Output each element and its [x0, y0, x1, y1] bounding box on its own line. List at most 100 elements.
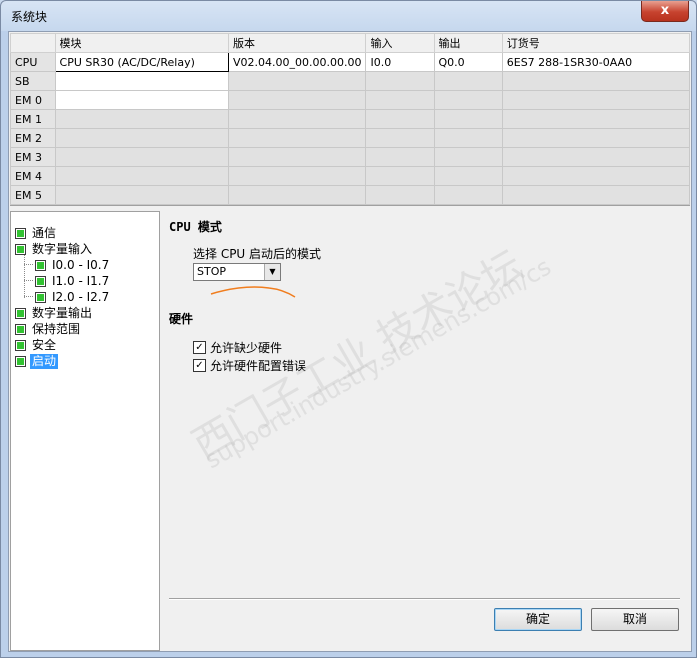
check-icon: ✓	[195, 342, 204, 353]
cell-order[interactable]	[501, 90, 691, 110]
tree-item-label: 数字量输出	[32, 306, 93, 320]
tree-item-label: I0.0 - I0.7	[52, 258, 110, 272]
cancel-button[interactable]: 取消	[591, 608, 679, 631]
cell-output[interactable]	[433, 166, 503, 186]
cell-module[interactable]: CPU SR30 (AC/DC/Relay)	[54, 52, 229, 72]
settings-tree: 通信 数字量输入 I0.0 - I0.7 I1.0 - I1.7 I2.0 - …	[10, 211, 160, 651]
cell-module[interactable]	[54, 147, 229, 167]
cell-input[interactable]	[365, 71, 435, 91]
header-cell-corner	[10, 33, 56, 53]
cell-version[interactable]	[227, 166, 367, 186]
table-row[interactable]: EM 0	[10, 90, 691, 110]
cell-order[interactable]: 6ES7 288-1SR30-0AA0	[501, 52, 691, 72]
system-block-window: 系统块 x 模块 版本 输入 输出 订货号 CPU CPU SR30 (AC/D…	[0, 0, 697, 658]
tree-item-label: 通信	[32, 226, 57, 240]
row-header-em4[interactable]: EM 4	[10, 166, 56, 186]
title-bar[interactable]: 系统块 x	[1, 1, 696, 31]
cell-version[interactable]	[227, 185, 367, 205]
module-grid: 模块 版本 输入 输出 订货号 CPU CPU SR30 (AC/DC/Rela…	[10, 33, 691, 206]
cell-order[interactable]	[501, 166, 691, 186]
cell-version[interactable]	[227, 90, 367, 110]
module-table: 模块 版本 输入 输出 订货号 CPU CPU SR30 (AC/DC/Rela…	[10, 33, 691, 205]
header-cell-output[interactable]: 输出	[433, 33, 503, 53]
button-separator	[169, 598, 680, 600]
allow-hw-config-errors-checkbox[interactable]: ✓	[193, 359, 206, 372]
tree-item-label: I1.0 - I1.7	[52, 274, 110, 288]
status-green-icon	[15, 244, 26, 255]
startup-panel: CPU 模式 选择 CPU 启动后的模式 STOP ▼ 硬件 ✓ 允许缺少硬件 …	[169, 212, 689, 650]
cell-order[interactable]	[501, 109, 691, 129]
header-cell-module[interactable]: 模块	[54, 33, 229, 53]
status-green-icon	[35, 276, 46, 287]
tree-item-label: 启动	[30, 354, 59, 369]
cell-module[interactable]	[54, 185, 229, 205]
cell-module[interactable]	[54, 90, 229, 110]
tree-connector	[24, 264, 33, 265]
header-cell-order[interactable]: 订货号	[501, 33, 691, 53]
cell-order[interactable]	[501, 71, 691, 91]
cell-version[interactable]	[227, 109, 367, 129]
table-row[interactable]: EM 5	[10, 185, 691, 205]
hardware-heading: 硬件	[169, 312, 194, 326]
cell-output[interactable]	[433, 128, 503, 148]
chevron-down-icon[interactable]: ▼	[264, 264, 280, 280]
table-row[interactable]: EM 1	[10, 109, 691, 129]
cell-output[interactable]	[433, 185, 503, 205]
header-cell-version[interactable]: 版本	[227, 33, 367, 53]
tree-connector	[24, 253, 25, 298]
cell-version[interactable]: V02.04.00_00.00.00.00	[227, 52, 367, 72]
row-header-em2[interactable]: EM 2	[10, 128, 56, 148]
cell-version[interactable]	[227, 71, 367, 91]
cpu-mode-heading: CPU 模式	[169, 220, 222, 234]
status-green-icon	[15, 356, 26, 367]
row-header-em3[interactable]: EM 3	[10, 147, 56, 167]
cell-module[interactable]	[54, 128, 229, 148]
row-header-cpu[interactable]: CPU	[10, 52, 56, 72]
cell-input[interactable]	[365, 147, 435, 167]
check-icon: ✓	[195, 360, 204, 371]
header-cell-input[interactable]: 输入	[365, 33, 435, 53]
cell-order[interactable]	[501, 128, 691, 148]
close-button[interactable]: x	[641, 1, 689, 22]
row-header-em1[interactable]: EM 1	[10, 109, 56, 129]
ok-button[interactable]: 确定	[494, 608, 582, 631]
cell-input[interactable]	[365, 128, 435, 148]
cell-input[interactable]	[365, 90, 435, 110]
cell-output[interactable]	[433, 90, 503, 110]
status-green-icon	[35, 260, 46, 271]
cell-input[interactable]	[365, 166, 435, 186]
cell-input[interactable]: I0.0	[365, 52, 435, 72]
table-row[interactable]: EM 3	[10, 147, 691, 167]
cell-output[interactable]	[433, 71, 503, 91]
cell-module[interactable]	[54, 166, 229, 186]
window-title: 系统块	[11, 10, 48, 24]
row-header-sb[interactable]: SB	[10, 71, 56, 91]
orange-underline-annotation	[210, 286, 296, 298]
cell-output[interactable]	[433, 147, 503, 167]
allow-missing-hw-checkbox[interactable]: ✓	[193, 341, 206, 354]
cell-module[interactable]	[54, 71, 229, 91]
tree-item-label: 安全	[32, 338, 57, 352]
table-row[interactable]: CPU CPU SR30 (AC/DC/Relay) V02.04.00_00.…	[10, 52, 691, 72]
startup-mode-select[interactable]: STOP ▼	[193, 263, 281, 281]
allow-missing-hw-label: 允许缺少硬件	[210, 341, 283, 355]
cell-version[interactable]	[227, 128, 367, 148]
table-row[interactable]: EM 2	[10, 128, 691, 148]
cell-input[interactable]	[365, 185, 435, 205]
row-header-em5[interactable]: EM 5	[10, 185, 56, 205]
startup-mode-value: STOP	[197, 265, 226, 278]
cell-version[interactable]	[227, 147, 367, 167]
cell-order[interactable]	[501, 185, 691, 205]
tree-item-label: 保持范围	[32, 322, 81, 336]
cell-output[interactable]	[433, 109, 503, 129]
status-green-icon	[35, 292, 46, 303]
table-row[interactable]: SB	[10, 71, 691, 91]
allow-hw-config-errors-label: 允许硬件配置错误	[210, 359, 307, 373]
cell-module[interactable]	[54, 109, 229, 129]
cell-order[interactable]	[501, 147, 691, 167]
row-header-em0[interactable]: EM 0	[10, 90, 56, 110]
cell-input[interactable]	[365, 109, 435, 129]
table-row[interactable]: EM 4	[10, 166, 691, 186]
status-green-icon	[15, 228, 26, 239]
cell-output[interactable]: Q0.0	[433, 52, 503, 72]
